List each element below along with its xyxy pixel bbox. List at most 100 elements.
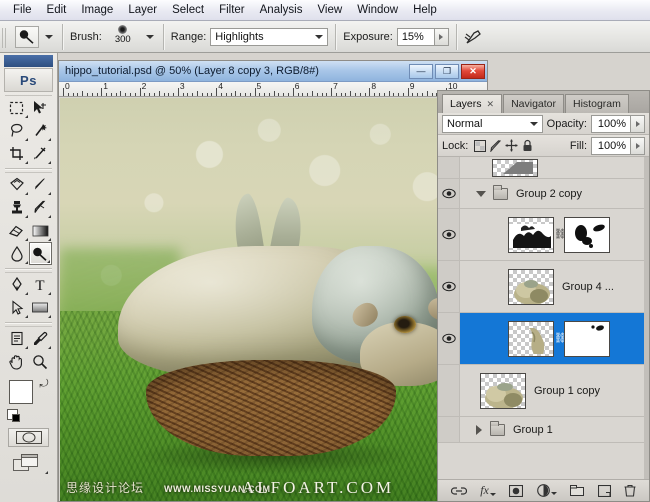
hand-tool[interactable] xyxy=(5,350,29,373)
magic-wand-tool[interactable] xyxy=(29,119,53,142)
tab-navigator[interactable]: Navigator xyxy=(503,94,564,113)
dodge-tool[interactable] xyxy=(29,242,53,265)
horizontal-ruler[interactable]: 012345678910 xyxy=(59,82,487,97)
dodge-tool-icon[interactable] xyxy=(15,26,39,48)
layer-row-masked-a[interactable]: ⛓ xyxy=(438,209,649,261)
eraser-tool[interactable] xyxy=(5,219,29,242)
document-title-bar[interactable]: hippo_tutorial.psd @ 50% (Layer 8 copy 3… xyxy=(59,61,487,82)
close-button[interactable]: ✕ xyxy=(461,64,485,79)
tab-histogram[interactable]: Histogram xyxy=(565,94,629,113)
exposure-stepper[interactable] xyxy=(435,28,449,46)
quick-mask-icon[interactable] xyxy=(8,428,49,447)
close-icon[interactable]: ✕ xyxy=(487,99,495,110)
slice-tool[interactable] xyxy=(29,142,53,165)
menu-item-file[interactable]: File xyxy=(6,2,40,18)
tool-preset-chevron-down-icon[interactable] xyxy=(45,35,53,39)
lock-position-icon[interactable] xyxy=(504,138,519,153)
menu-item-layer[interactable]: Layer xyxy=(121,2,165,18)
screen-mode-icon[interactable] xyxy=(8,452,49,474)
add-layer-mask-button[interactable] xyxy=(509,485,523,497)
layer-row-selected[interactable]: ⛓ xyxy=(438,313,649,365)
layer-thumbnail[interactable] xyxy=(480,373,526,409)
crop-tool[interactable] xyxy=(5,142,29,165)
tab-layers[interactable]: Layers ✕ xyxy=(442,94,502,113)
layer-thumbnail[interactable] xyxy=(492,159,538,177)
shape-tool[interactable] xyxy=(29,296,53,319)
menu-item-view[interactable]: View xyxy=(310,2,350,18)
menu-item-window[interactable]: Window xyxy=(350,2,406,18)
layer-visibility-toggle[interactable] xyxy=(438,261,460,312)
brush-preview[interactable]: 300 xyxy=(106,24,140,50)
clone-stamp-tool[interactable] xyxy=(5,196,29,219)
layer-mask-thumbnail[interactable] xyxy=(564,217,610,253)
adjustment-layer-button[interactable] xyxy=(537,484,557,497)
layer-thumbnail[interactable] xyxy=(508,269,554,305)
range-select[interactable]: Highlights xyxy=(210,28,328,46)
mask-link-icon[interactable]: ⛓ xyxy=(554,333,564,344)
airbrush-icon[interactable] xyxy=(464,28,484,46)
group-chevron-right-icon[interactable] xyxy=(476,425,482,435)
brush-tool[interactable] xyxy=(29,173,53,196)
marquee-tool[interactable] xyxy=(5,96,29,119)
layer-visibility-toggle[interactable] xyxy=(438,313,460,364)
layer-row-partial[interactable] xyxy=(438,157,649,179)
layer-visibility-toggle[interactable] xyxy=(438,417,460,442)
layer-visibility-toggle[interactable] xyxy=(438,365,460,416)
layer-style-button[interactable]: fx xyxy=(480,483,496,498)
foreground-color-swatch[interactable] xyxy=(9,380,33,404)
blend-mode-select[interactable]: Normal xyxy=(442,115,543,133)
options-bar-grip[interactable] xyxy=(0,22,9,52)
menu-item-filter[interactable]: Filter xyxy=(212,2,253,18)
layer-row-group-1[interactable]: Group 1 xyxy=(438,417,649,443)
group-chevron-down-icon[interactable] xyxy=(476,191,486,197)
layer-thumbnail[interactable] xyxy=(508,321,554,357)
new-layer-button[interactable] xyxy=(598,485,611,497)
menu-item-select[interactable]: Select xyxy=(165,2,212,18)
layer-mask-thumbnail[interactable] xyxy=(564,321,610,357)
new-group-button[interactable] xyxy=(570,485,584,496)
healing-brush-tool[interactable] xyxy=(5,173,29,196)
gradient-tool[interactable] xyxy=(29,219,53,242)
opacity-input[interactable]: 100% xyxy=(591,115,631,133)
lock-all-icon[interactable] xyxy=(520,138,535,153)
path-selection-tool[interactable] xyxy=(5,296,29,319)
layer-visibility-toggle[interactable] xyxy=(438,179,460,208)
opacity-stepper[interactable] xyxy=(631,115,645,133)
mask-link-icon[interactable]: ⛓ xyxy=(554,229,564,240)
fill-input[interactable]: 100% xyxy=(591,137,631,155)
menu-item-image[interactable]: Image xyxy=(74,2,121,18)
eyedropper-tool[interactable] xyxy=(29,327,53,350)
blur-tool[interactable] xyxy=(5,242,29,265)
exposure-input[interactable]: 15% xyxy=(397,28,435,46)
toolbox-drag-handle[interactable] xyxy=(4,55,53,67)
default-colors-icon[interactable] xyxy=(7,409,18,420)
layer-row-group-4[interactable]: Group 4 ... xyxy=(438,261,649,313)
layer-list-scrollbar[interactable] xyxy=(644,157,649,479)
layer-list[interactable]: Group 2 copy ⛓ xyxy=(438,157,649,479)
delete-layer-button[interactable] xyxy=(624,484,636,497)
canvas[interactable]: 思缘设计论坛 WWW.MISSYUAN.COM ALFOART.COM xyxy=(60,98,487,501)
move-tool[interactable] xyxy=(29,96,53,119)
layer-visibility-toggle[interactable] xyxy=(438,157,460,178)
type-tool[interactable]: T xyxy=(29,273,53,296)
lock-transparent-pixels-icon[interactable] xyxy=(472,138,487,153)
menu-item-analysis[interactable]: Analysis xyxy=(253,2,311,18)
history-brush-tool[interactable] xyxy=(29,196,53,219)
layer-thumbnail[interactable] xyxy=(508,217,554,253)
lock-image-pixels-icon[interactable] xyxy=(488,138,503,153)
maximize-button[interactable]: ❐ xyxy=(435,64,459,79)
layer-row-group-1-copy[interactable]: Group 1 copy xyxy=(438,365,649,417)
link-layers-button[interactable] xyxy=(451,486,467,496)
notes-tool[interactable] xyxy=(5,327,29,350)
menu-item-edit[interactable]: Edit xyxy=(40,2,75,18)
menu-item-help[interactable]: Help xyxy=(406,2,445,18)
lasso-tool[interactable] xyxy=(5,119,29,142)
minimize-button[interactable]: — xyxy=(409,64,433,79)
layer-visibility-toggle[interactable] xyxy=(438,209,460,260)
brush-chevron-down-icon[interactable] xyxy=(146,35,154,39)
zoom-tool[interactable] xyxy=(29,350,53,373)
fill-stepper[interactable] xyxy=(631,137,645,155)
pen-tool[interactable] xyxy=(5,273,29,296)
swap-colors-icon[interactable]: ⤾ xyxy=(38,378,50,390)
layer-row-group-2-copy[interactable]: Group 2 copy xyxy=(438,179,649,209)
